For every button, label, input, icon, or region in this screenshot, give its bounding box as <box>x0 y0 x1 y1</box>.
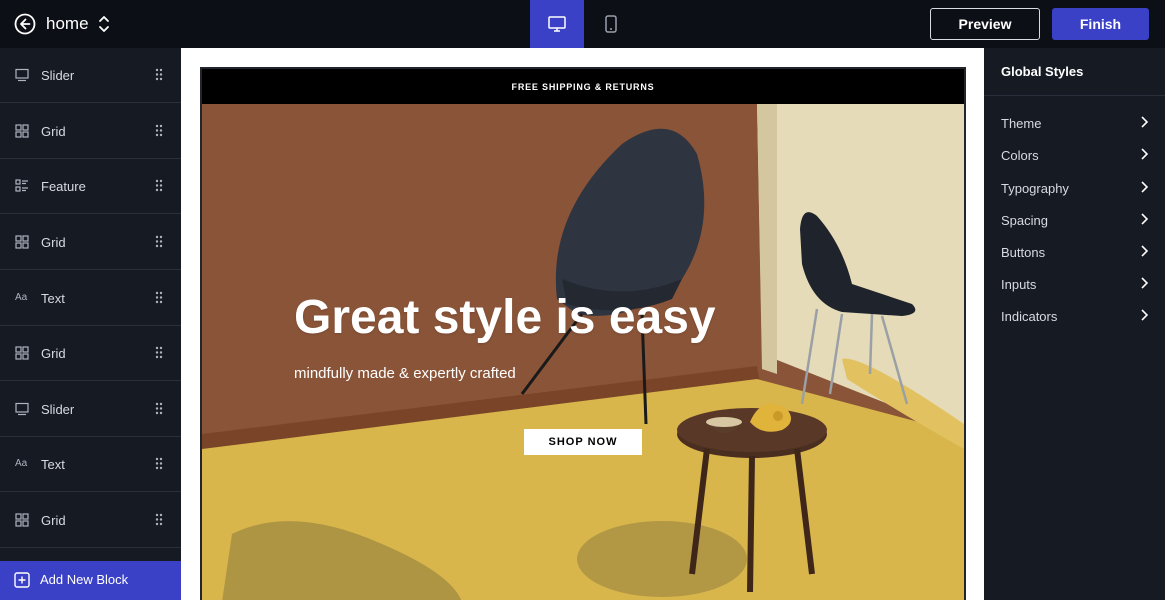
announcement-bar[interactable]: FREE SHIPPING & RETURNS <box>202 69 964 104</box>
slider-icon <box>15 68 29 82</box>
drag-handle-icon[interactable] <box>155 457 163 470</box>
style-item-spacing[interactable]: Spacing <box>984 207 1165 235</box>
divider <box>984 95 1165 96</box>
chevron-right-icon <box>1139 115 1149 129</box>
style-item-label: Buttons <box>1001 245 1046 260</box>
drag-handle-icon[interactable] <box>155 235 163 248</box>
chevron-right-icon <box>1139 147 1149 161</box>
drag-handle-icon[interactable] <box>155 68 163 81</box>
block-item-grid[interactable]: Grid <box>0 326 181 381</box>
mobile-icon <box>605 15 617 33</box>
global-styles-panel: Global Styles Theme Colors Typography Sp… <box>984 48 1165 600</box>
style-item-label: Typography <box>1001 181 1069 196</box>
chevron-right-icon <box>1139 308 1149 322</box>
page-name[interactable]: home <box>46 13 89 35</box>
hero-title: Great style is easy <box>294 291 716 344</box>
block-label: Grid <box>41 235 66 250</box>
text-icon: Aa <box>15 458 28 469</box>
plus-square-icon <box>14 572 30 588</box>
back-arrow-icon[interactable] <box>14 13 36 35</box>
hero-subtitle: mindfully made & expertly crafted <box>294 365 516 382</box>
block-item-text[interactable]: Aa Text <box>0 271 181 326</box>
drag-handle-icon[interactable] <box>155 346 163 359</box>
style-item-typography[interactable]: Typography <box>984 175 1165 203</box>
chevron-right-icon <box>1139 212 1149 226</box>
add-new-block-label: Add New Block <box>40 572 129 587</box>
page-preview: FREE SHIPPING & RETURNS Great style is e… <box>200 67 966 600</box>
hero-image <box>202 104 964 600</box>
style-item-label: Indicators <box>1001 309 1058 324</box>
grid-icon <box>15 235 29 249</box>
style-item-colors[interactable]: Colors <box>984 142 1165 170</box>
text-icon: Aa <box>15 292 28 303</box>
block-label: Feature <box>41 179 86 194</box>
block-item-grid[interactable]: Grid <box>0 493 181 548</box>
style-item-buttons[interactable]: Buttons <box>984 239 1165 267</box>
style-item-theme[interactable]: Theme <box>984 110 1165 138</box>
block-label: Text <box>41 291 65 306</box>
drag-handle-icon[interactable] <box>155 513 163 526</box>
block-item-text[interactable]: Aa Text <box>0 437 181 492</box>
block-label: Slider <box>41 68 75 83</box>
top-bar: home Preview Finish <box>0 0 1165 48</box>
block-label: Grid <box>41 124 66 139</box>
block-item-slider[interactable]: Slider <box>0 382 181 437</box>
desktop-view-button[interactable] <box>530 0 584 48</box>
block-item-grid[interactable]: Grid <box>0 104 181 159</box>
slider-icon <box>15 402 29 416</box>
chevron-right-icon <box>1139 244 1149 258</box>
style-item-label: Inputs <box>1001 277 1037 292</box>
feature-icon <box>15 179 29 193</box>
finish-button[interactable]: Finish <box>1052 8 1149 40</box>
block-label: Slider <box>41 402 75 417</box>
style-item-inputs[interactable]: Inputs <box>984 271 1165 299</box>
desktop-icon <box>548 16 566 32</box>
grid-icon <box>15 124 29 138</box>
chevron-right-icon <box>1139 276 1149 290</box>
block-item-feature[interactable]: Feature <box>0 159 181 214</box>
grid-icon <box>15 513 29 527</box>
style-item-label: Theme <box>1001 116 1042 131</box>
add-new-block-button[interactable]: Add New Block <box>0 561 181 600</box>
blocks-sidebar: Slider Grid Feature Grid Aa Text Grid Sl… <box>0 48 181 600</box>
panel-title: Global Styles <box>1001 64 1084 79</box>
block-item-slider[interactable]: Slider <box>0 48 181 103</box>
hero-section[interactable]: Great style is easy mindfully made & exp… <box>202 104 964 600</box>
page-switch-icon[interactable] <box>97 14 111 34</box>
block-label: Text <box>41 457 65 472</box>
chevron-right-icon <box>1139 180 1149 194</box>
mobile-view-button[interactable] <box>584 0 638 48</box>
shop-now-button[interactable]: SHOP NOW <box>524 429 642 455</box>
editor-canvas: FREE SHIPPING & RETURNS Great style is e… <box>181 48 984 600</box>
drag-handle-icon[interactable] <box>155 124 163 137</box>
preview-button[interactable]: Preview <box>930 8 1040 40</box>
block-label: Grid <box>41 513 66 528</box>
drag-handle-icon[interactable] <box>155 402 163 415</box>
style-item-label: Spacing <box>1001 213 1048 228</box>
drag-handle-icon[interactable] <box>155 179 163 192</box>
drag-handle-icon[interactable] <box>155 291 163 304</box>
block-label: Grid <box>41 346 66 361</box>
style-item-indicators[interactable]: Indicators <box>984 303 1165 331</box>
block-item-grid[interactable]: Grid <box>0 215 181 270</box>
style-item-label: Colors <box>1001 148 1039 163</box>
grid-icon <box>15 346 29 360</box>
